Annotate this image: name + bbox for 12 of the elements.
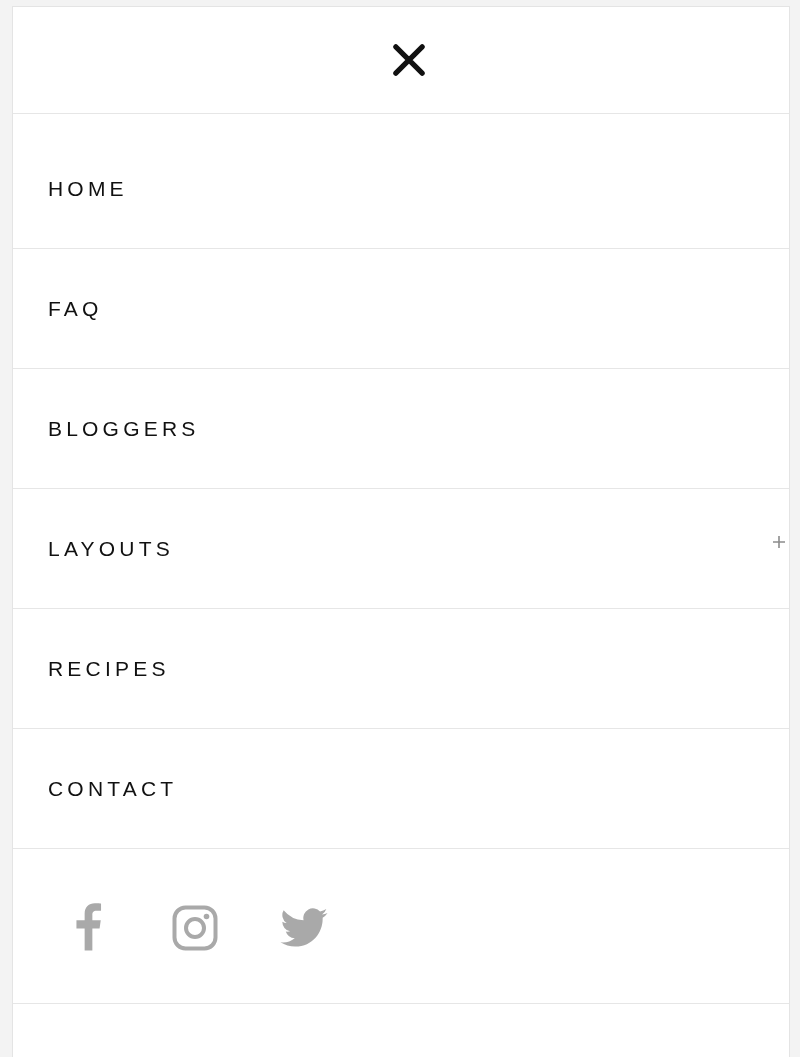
letter-f-icon[interactable]	[75, 901, 102, 951]
close-icon	[393, 44, 425, 76]
menu-item-link[interactable]: BLOGGERS	[48, 416, 200, 441]
plus-icon[interactable]	[773, 535, 785, 548]
menu-item-link[interactable]: HOME	[48, 176, 128, 201]
menu-item-link[interactable]: LAYOUTS	[48, 536, 174, 561]
close-button[interactable]	[393, 44, 425, 76]
menu-item-link[interactable]: FAQ	[48, 296, 103, 321]
bird-icon[interactable]	[280, 907, 328, 947]
menu-item-link[interactable]: CONTACT	[48, 776, 178, 801]
menu-item-link[interactable]: RECIPES	[48, 656, 170, 681]
camera-icon[interactable]	[172, 904, 218, 951]
